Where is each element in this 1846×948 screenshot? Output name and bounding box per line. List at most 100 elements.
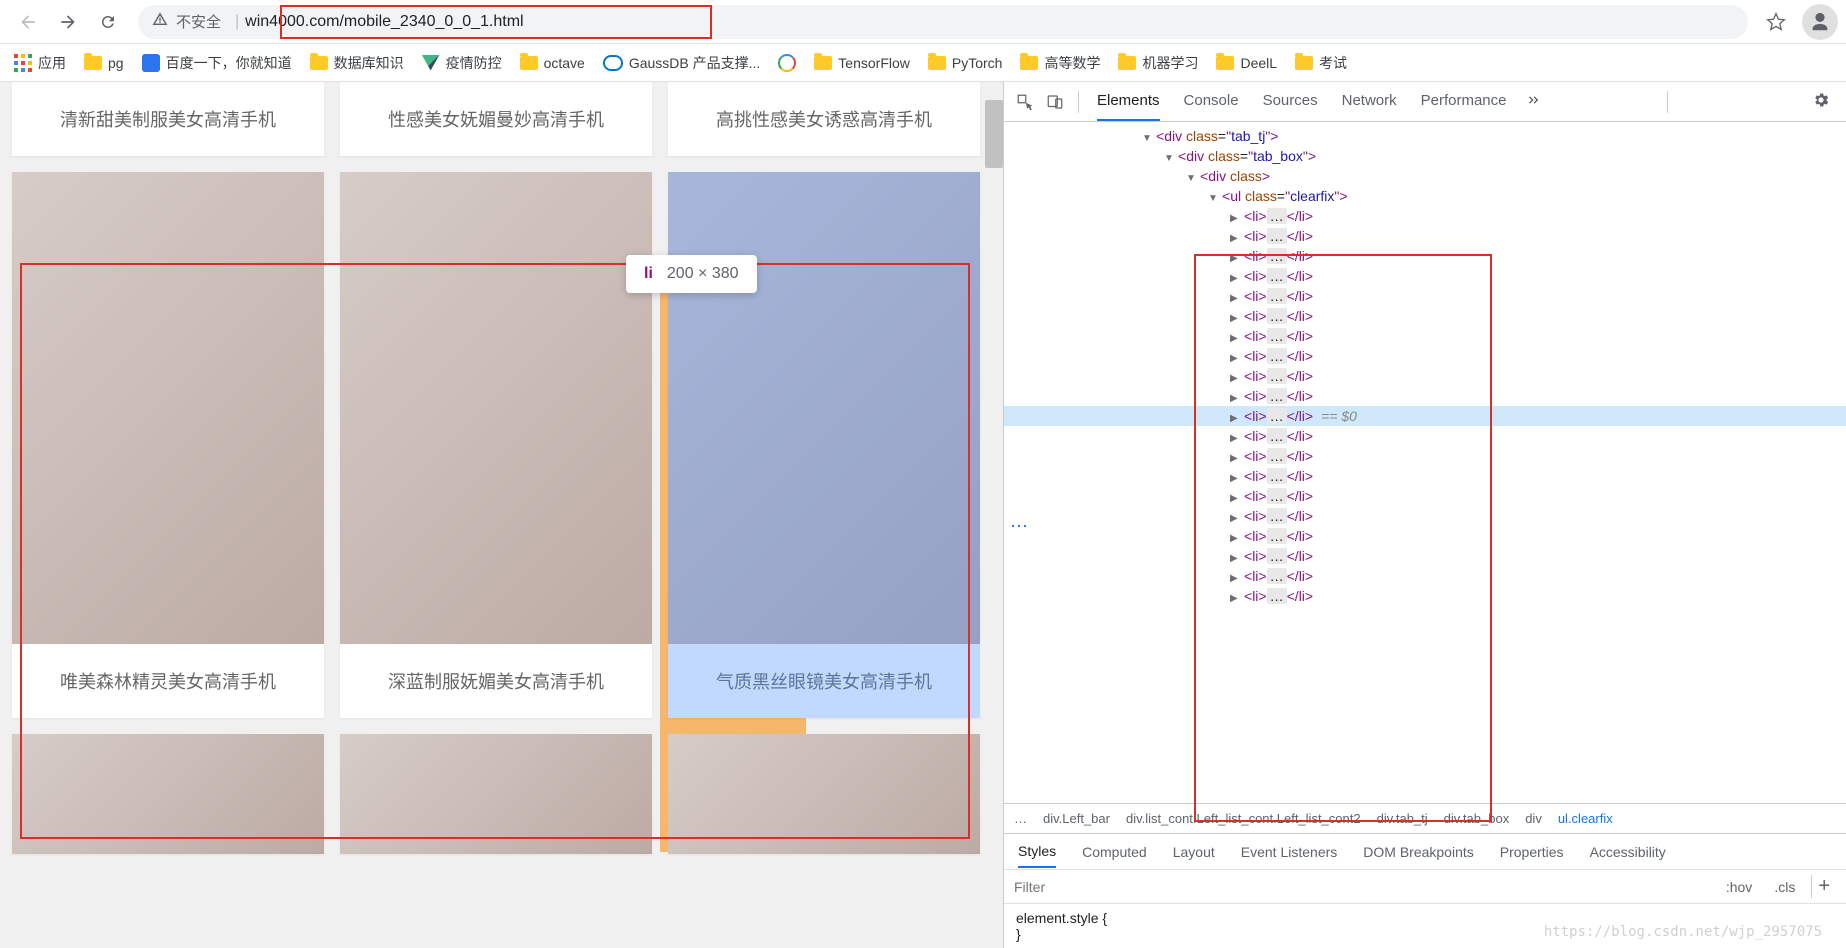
bookmark-label: 应用 <box>38 53 66 73</box>
tree-node[interactable]: <li>…</li> <box>1004 426 1846 446</box>
tree-node[interactable]: <li>…</li> <box>1004 466 1846 486</box>
bookmark-item[interactable]: octave <box>520 55 585 71</box>
devtools-tab-performance[interactable]: Performance <box>1421 82 1507 121</box>
gallery-card[interactable]: 唯美森林精灵美女高清手机 <box>12 172 324 718</box>
profile-avatar[interactable] <box>1802 4 1838 40</box>
tree-node[interactable]: <li>…</li> <box>1004 506 1846 526</box>
tree-node[interactable]: <li>…</li> <box>1004 366 1846 386</box>
gallery-image <box>12 172 324 644</box>
tree-node[interactable]: <ul class="clearfix"> <box>1004 186 1846 206</box>
styles-tab-event-listeners[interactable]: Event Listeners <box>1241 844 1338 860</box>
gallery-card[interactable] <box>668 734 980 854</box>
bookmark-item[interactable]: 机器学习 <box>1118 53 1198 73</box>
element-tooltip: li 200 × 380 <box>626 255 757 293</box>
tree-node[interactable]: <li>…</li> <box>1004 586 1846 606</box>
device-toggle-icon[interactable] <box>1040 87 1070 117</box>
hov-toggle[interactable]: :hov <box>1720 877 1758 897</box>
forward-button[interactable] <box>50 4 86 40</box>
bookmark-item[interactable]: 高等数学 <box>1020 53 1100 73</box>
tree-node[interactable]: <li>…</li> <box>1004 546 1846 566</box>
watermark-text: https://blog.csdn.net/wjp_2957075 <box>1544 924 1822 940</box>
reload-button[interactable] <box>90 4 126 40</box>
bookmark-item[interactable]: 考试 <box>1295 53 1347 73</box>
tree-node[interactable]: <li>…</li> <box>1004 526 1846 546</box>
folder-icon <box>520 56 538 70</box>
gallery-card[interactable] <box>12 734 324 854</box>
new-style-rule-button[interactable]: + <box>1811 875 1836 898</box>
gallery-card[interactable]: 深蓝制服妩媚美女高清手机 <box>340 172 652 718</box>
bookmark-star-icon[interactable] <box>1758 4 1794 40</box>
styles-tab-dom-breakpoints[interactable]: DOM Breakpoints <box>1363 844 1473 860</box>
gallery-card[interactable]: 性感美女妩媚曼妙高清手机 <box>340 82 652 156</box>
folder-icon <box>310 56 328 70</box>
styles-tabs: Styles Computed Layout Event Listeners DOM B… <box>1004 833 1846 869</box>
folder-icon <box>928 56 946 70</box>
image-gallery: 清新甜美制服美女高清手机性感美女妩媚曼妙高清手机高挑性感美女诱惑高清手机 唯美森… <box>0 82 1003 854</box>
tree-node[interactable]: <li>…</li> <box>1004 446 1846 466</box>
breadcrumb-item[interactable]: div.Left_bar <box>1043 811 1110 826</box>
bookmark-item[interactable]: 数据库知识 <box>310 53 404 73</box>
separator: | <box>235 13 239 31</box>
bookmark-item[interactable] <box>778 54 796 72</box>
more-tabs-icon[interactable] <box>1525 92 1541 111</box>
gallery-card[interactable] <box>340 734 652 854</box>
tree-node[interactable]: <li>…</li>== $0 <box>1004 406 1846 426</box>
styles-tab-layout[interactable]: Layout <box>1173 844 1215 860</box>
breadcrumb-item[interactable]: ul.clearfix <box>1558 811 1613 826</box>
bookmark-item[interactable]: PyTorch <box>928 55 1003 71</box>
url-bar[interactable]: 不安全 | win4000.com/mobile_2340_0_0_1.html <box>138 5 1748 39</box>
breadcrumb-item[interactable]: div <box>1525 811 1542 826</box>
breadcrumb-item[interactable]: div.tab_tj <box>1377 811 1428 826</box>
devtools-tab-network[interactable]: Network <box>1342 82 1397 121</box>
styles-tab-accessibility[interactable]: Accessibility <box>1590 844 1666 860</box>
tree-node[interactable]: <li>…</li> <box>1004 386 1846 406</box>
bookmark-item[interactable]: 疫情防控 <box>422 53 502 73</box>
bookmark-item[interactable]: TensorFlow <box>814 55 910 71</box>
tree-node[interactable]: <li>…</li> <box>1004 486 1846 506</box>
cls-toggle[interactable]: .cls <box>1768 877 1801 897</box>
elements-tree[interactable]: ⋯ <div class="tab_tj"><div class="tab_bo… <box>1004 122 1846 803</box>
folder-icon <box>1118 56 1136 70</box>
breadcrumb-item[interactable]: div.tab_box <box>1444 811 1510 826</box>
tree-node[interactable]: <li>…</li> <box>1004 266 1846 286</box>
tree-node[interactable]: <div class> <box>1004 166 1846 186</box>
devtools-tab-elements[interactable]: Elements <box>1097 82 1160 121</box>
back-button[interactable] <box>10 4 46 40</box>
bookmark-item[interactable]: DeelL <box>1216 55 1277 71</box>
tree-node[interactable]: <li>…</li> <box>1004 206 1846 226</box>
tree-node[interactable]: <div class="tab_box"> <box>1004 146 1846 166</box>
styles-tab-computed[interactable]: Computed <box>1082 844 1147 860</box>
styles-filter-input[interactable] <box>1014 879 1710 895</box>
styles-tab-styles[interactable]: Styles <box>1018 843 1056 868</box>
gallery-card[interactable]: 气质黑丝眼镜美女高清手机 <box>668 172 980 718</box>
folder-icon <box>1295 56 1313 70</box>
breadcrumb-item[interactable]: div.list_cont.Left_list_cont.Left_list_c… <box>1126 811 1361 826</box>
gallery-card[interactable]: 清新甜美制服美女高清手机 <box>12 82 324 156</box>
gallery-card[interactable]: 高挑性感美女诱惑高清手机 <box>668 82 980 156</box>
folder-icon <box>814 56 832 70</box>
baidu-icon <box>142 54 160 72</box>
styles-tab-properties[interactable]: Properties <box>1500 844 1564 860</box>
devtools-tab-console[interactable]: Console <box>1184 82 1239 121</box>
tree-node[interactable]: <li>…</li> <box>1004 226 1846 246</box>
tree-node[interactable]: <li>…</li> <box>1004 346 1846 366</box>
tree-node[interactable]: <li>…</li> <box>1004 326 1846 346</box>
tree-node[interactable]: <li>…</li> <box>1004 566 1846 586</box>
bookmark-item[interactable]: 应用 <box>14 53 66 73</box>
bookmark-item[interactable]: pg <box>84 55 124 71</box>
tree-node[interactable]: <li>…</li> <box>1004 246 1846 266</box>
tooltip-dimensions: 200 × 380 <box>667 265 739 283</box>
inspect-icon[interactable] <box>1010 87 1040 117</box>
devtools-tab-sources[interactable]: Sources <box>1263 82 1318 121</box>
gallery-image <box>668 172 980 644</box>
tree-node[interactable]: <li>…</li> <box>1004 286 1846 306</box>
tree-node[interactable]: <div class="tab_tj"> <box>1004 126 1846 146</box>
tree-node[interactable]: <li>…</li> <box>1004 306 1846 326</box>
scrollbar-thumb[interactable] <box>985 100 1003 168</box>
bookmark-item[interactable]: 百度一下，你就知道 <box>142 53 292 73</box>
bookmark-item[interactable]: GaussDB 产品支撑... <box>603 53 760 73</box>
devtools-settings-icon[interactable] <box>1802 91 1840 112</box>
tooltip-tag: li <box>644 265 653 283</box>
page-viewport: 清新甜美制服美女高清手机性感美女妩媚曼妙高清手机高挑性感美女诱惑高清手机 唯美森… <box>0 82 1003 948</box>
gallery-caption: 深蓝制服妩媚美女高清手机 <box>340 644 652 718</box>
